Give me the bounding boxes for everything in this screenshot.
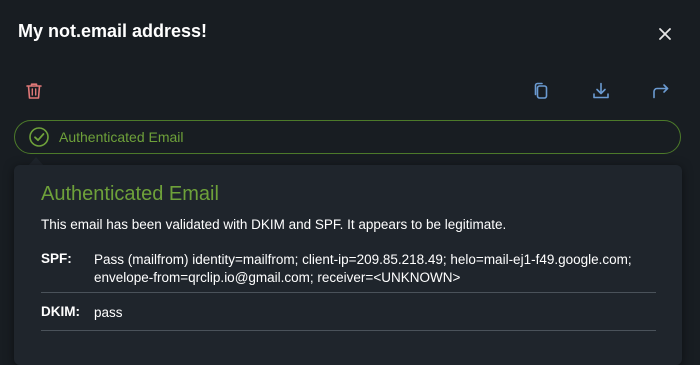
page-title: My not.email address! — [18, 21, 208, 41]
auth-status-label: Authenticated Email — [59, 129, 184, 145]
trash-icon — [26, 83, 42, 99]
close-button[interactable] — [655, 24, 675, 44]
dialog-header: My not.email address! — [0, 0, 700, 66]
forward-icon — [653, 84, 669, 99]
delete-button[interactable] — [23, 80, 45, 102]
spf-value: Pass (mailfrom) identity=mailfrom; clien… — [94, 252, 632, 285]
authentication-popover: Authenticated Email This email has been … — [14, 165, 682, 365]
dkim-value: pass — [94, 305, 123, 320]
download-icon — [593, 82, 609, 99]
divider — [41, 330, 656, 331]
authenticated-email-badge[interactable]: Authenticated Email — [14, 120, 681, 154]
check-circle-icon — [29, 127, 49, 147]
close-icon — [659, 28, 671, 40]
dkim-label: DKIM: — [41, 304, 80, 319]
copy-icon — [534, 82, 548, 99]
download-button[interactable] — [590, 80, 612, 102]
popover-description: This email has been validated with DKIM … — [41, 217, 507, 232]
copy-button[interactable] — [530, 80, 552, 102]
divider — [41, 292, 656, 293]
spf-label: SPF: — [41, 251, 72, 266]
forward-button[interactable] — [650, 80, 672, 102]
popover-title: Authenticated Email — [41, 183, 219, 205]
